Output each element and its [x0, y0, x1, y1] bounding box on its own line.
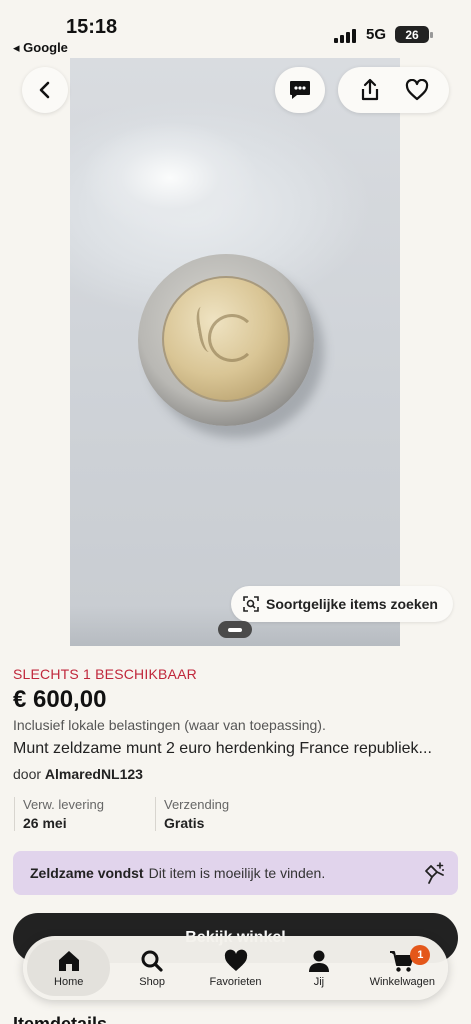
seller-prefix: door	[13, 766, 42, 782]
back-button[interactable]	[22, 67, 68, 113]
delivery-value: 26 mei	[23, 815, 67, 831]
tab-label-home: Home	[54, 975, 84, 988]
back-icon	[39, 81, 50, 99]
back-to-app-link[interactable]: ◂ Google	[13, 40, 68, 56]
shipping-label: Verzending	[164, 797, 230, 812]
tab-label-favorites: Favorieten	[209, 975, 262, 988]
item-details-heading: Itemdetails	[13, 1014, 108, 1024]
battery-icon: 26	[395, 26, 433, 43]
share-favorite-group	[338, 67, 449, 113]
tax-note: Inclusief lokale belastingen (waar van t…	[13, 717, 326, 733]
search-icon	[141, 950, 163, 972]
network-type: 5G	[366, 26, 387, 43]
price: € 600,00	[13, 686, 107, 713]
home-icon	[58, 950, 79, 971]
shipping-value: Gratis	[164, 815, 205, 831]
shipping-info: Verzending Gratis	[155, 797, 229, 831]
photo-pager-indicator[interactable]	[218, 621, 252, 638]
item-title[interactable]: Munt zeldzame munt 2 euro herdenking Fra…	[13, 740, 461, 758]
seller-name-link[interactable]: AlmaredNL123	[45, 766, 143, 782]
rare-find-text: Dit item is moeilijk te vinden.	[148, 865, 326, 881]
tab-favorites[interactable]: Favorieten	[194, 940, 277, 996]
seller-line: door AlmaredNL123	[13, 766, 143, 782]
tab-shop[interactable]: Shop	[110, 940, 193, 996]
find-similar-button[interactable]: Soortgelijke items zoeken	[231, 586, 453, 622]
share-icon	[361, 78, 378, 101]
tab-you[interactable]: Jij	[277, 940, 360, 996]
status-time: 15:18	[66, 16, 118, 38]
image-search-icon	[243, 596, 259, 612]
status-bar: 15:18 ◂ Google 5G 26	[0, 0, 471, 58]
tab-home[interactable]: Home	[27, 940, 111, 996]
heart-icon	[406, 79, 429, 101]
battery-level: 26	[405, 27, 419, 42]
tab-cart[interactable]: Winkelwagen 1	[361, 940, 444, 996]
availability-label: SLECHTS 1 BESCHIKBAAR	[13, 666, 197, 682]
delivery-label: Verw. levering	[23, 797, 104, 812]
find-similar-label: Soortgelijke items zoeken	[266, 596, 438, 612]
rare-find-banner: Zeldzame vondst Dit item is moeilijk te …	[13, 851, 458, 895]
coin-image	[138, 254, 314, 426]
person-icon	[308, 950, 329, 972]
bottom-tab-bar: Home Shop Favorieten Jij Winkelwagen 1	[23, 936, 448, 1000]
item-photo[interactable]	[70, 58, 400, 646]
share-button[interactable]	[350, 70, 390, 110]
message-button[interactable]	[275, 67, 325, 113]
tab-label-cart: Winkelwagen	[369, 975, 436, 988]
tab-label-you: Jij	[313, 975, 325, 988]
tab-label-shop: Shop	[139, 975, 165, 988]
heart-icon	[224, 949, 247, 971]
cart-count-badge: 1	[410, 945, 431, 965]
delivery-info: Verw. levering 26 mei	[14, 797, 104, 831]
diamond-sparkle-icon	[425, 862, 444, 884]
signal-icon	[334, 27, 358, 43]
rare-find-title: Zeldzame vondst	[30, 865, 144, 881]
favorite-button[interactable]	[397, 70, 437, 110]
message-icon	[290, 81, 310, 99]
